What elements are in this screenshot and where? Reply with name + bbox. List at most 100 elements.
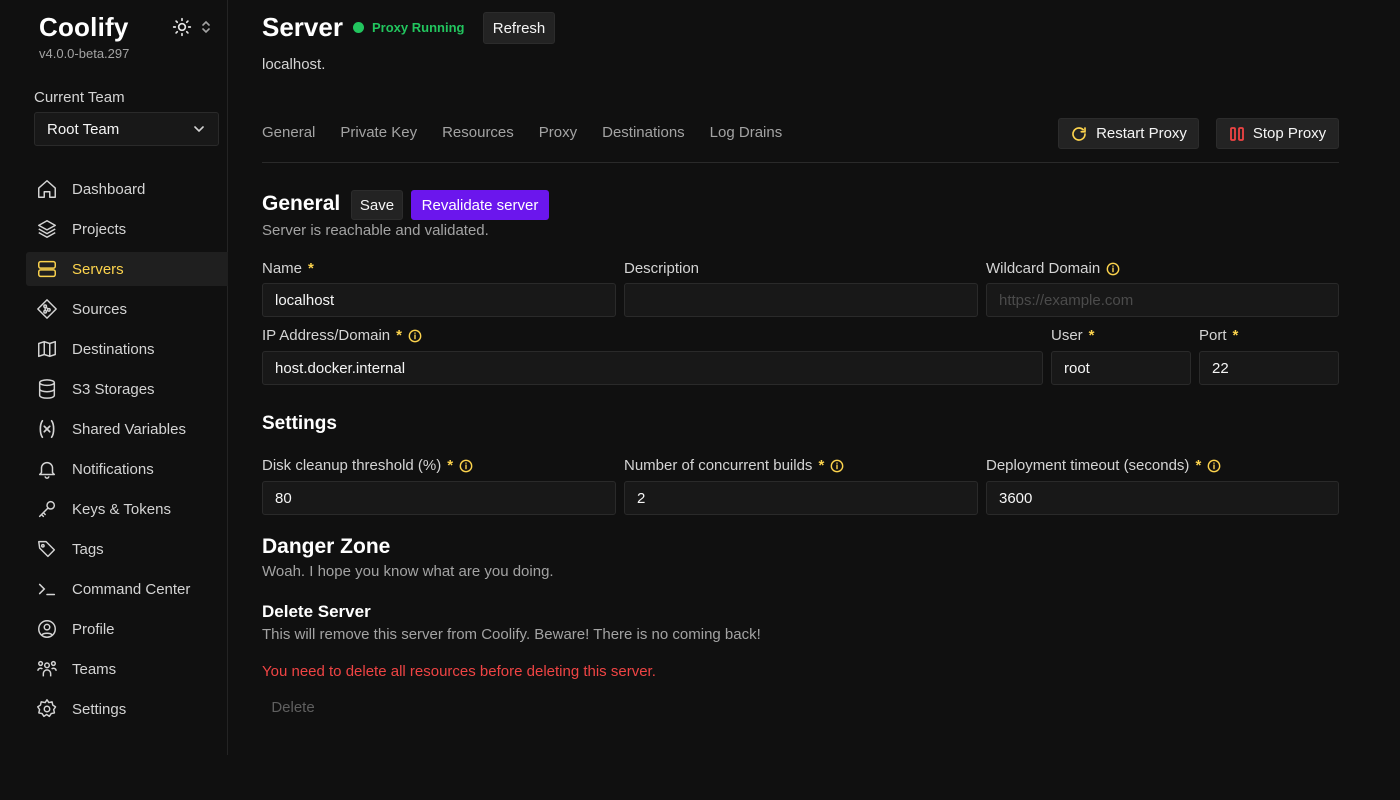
nav-label: Projects — [72, 220, 127, 238]
name-input[interactable] — [262, 283, 616, 317]
description-label-text: Description — [624, 260, 700, 277]
user-label-text: User — [1051, 327, 1083, 344]
disk-threshold-label: Disk cleanup threshold (%) * — [262, 457, 473, 474]
refresh-button[interactable]: Refresh — [483, 12, 555, 44]
chevron-updown-icon — [202, 20, 210, 34]
nav-label: S3 Storages — [72, 380, 155, 398]
info-icon[interactable] — [408, 329, 422, 343]
deployment-timeout-input[interactable] — [986, 481, 1339, 515]
variable-icon — [39, 419, 55, 439]
app-logo[interactable]: Coolify — [39, 12, 129, 43]
theme-toggle[interactable] — [172, 16, 216, 38]
delete-warning: You need to delete all resources before … — [262, 663, 656, 680]
wildcard-domain-label: Wildcard Domain — [986, 260, 1120, 277]
refresh-icon — [1072, 126, 1086, 141]
stop-proxy-button[interactable]: Stop Proxy — [1216, 118, 1339, 149]
nav-item-dashboard[interactable]: Dashboard — [26, 172, 228, 206]
port-label: Port * — [1199, 327, 1238, 344]
layers-icon — [38, 220, 56, 238]
port-input[interactable] — [1199, 351, 1339, 385]
nav-item-sources[interactable]: Sources — [26, 292, 228, 326]
sidebar: Coolify v4.0.0-beta.297 Current Team Roo… — [0, 0, 228, 755]
restart-proxy-button[interactable]: Restart Proxy — [1058, 118, 1199, 149]
stop-proxy-label: Stop Proxy — [1252, 125, 1327, 142]
bell-icon — [38, 461, 56, 479]
users-icon — [37, 660, 57, 677]
nav-item-keys-tokens[interactable]: Keys & Tokens — [26, 492, 228, 526]
database-icon — [38, 379, 56, 399]
tab-destinations[interactable]: Destinations — [602, 124, 685, 141]
nav-label: Sources — [72, 300, 128, 318]
description-label: Description — [624, 260, 699, 277]
nav-label: Notifications — [72, 460, 154, 478]
proxy-status-badge: Proxy Running — [353, 20, 464, 35]
home-icon — [38, 180, 56, 198]
name-label: Name * — [262, 260, 314, 277]
nav-item-tags[interactable]: Tags — [26, 532, 228, 566]
team-select[interactable]: Root Team — [34, 112, 219, 146]
nav-item-profile[interactable]: Profile — [26, 612, 228, 646]
nav-label: Dashboard — [72, 180, 146, 198]
save-button[interactable]: Save — [351, 190, 403, 220]
nav-item-projects[interactable]: Projects — [26, 212, 228, 246]
tab-general[interactable]: General — [262, 124, 315, 141]
chevron-down-icon — [194, 126, 204, 133]
team-select-value: Root Team — [47, 120, 120, 138]
nav-item-destinations[interactable]: Destinations — [26, 332, 228, 366]
nav-item-servers[interactable]: Servers — [26, 252, 228, 286]
required-marker: * — [1195, 457, 1202, 474]
nav-label: Settings — [72, 700, 127, 718]
concurrent-builds-label: Number of concurrent builds * — [624, 457, 844, 474]
nav-item-teams[interactable]: Teams — [26, 652, 228, 686]
revalidate-server-button[interactable]: Revalidate server — [411, 190, 549, 220]
validation-status: Server is reachable and validated. — [262, 222, 489, 239]
nav-item-settings[interactable]: Settings — [26, 692, 228, 726]
port-label-text: Port — [1199, 327, 1227, 344]
disk-threshold-label-text: Disk cleanup threshold (%) — [262, 457, 442, 474]
wildcard-domain-label-text: Wildcard Domain — [986, 260, 1101, 277]
map-icon — [38, 340, 56, 358]
tab-resources[interactable]: Resources — [442, 124, 514, 141]
sun-icon — [172, 17, 192, 37]
nav-item-notifications[interactable]: Notifications — [26, 452, 228, 486]
danger-zone-title: Danger Zone — [262, 535, 391, 558]
required-marker: * — [818, 457, 825, 474]
info-icon[interactable] — [830, 459, 844, 473]
nav-item-command-center[interactable]: Command Center — [26, 572, 228, 606]
info-icon[interactable] — [459, 459, 473, 473]
ip-address-input[interactable] — [262, 351, 1043, 385]
nav-item-s3-storages[interactable]: S3 Storages — [26, 372, 228, 406]
name-label-text: Name — [262, 260, 303, 277]
disk-threshold-input[interactable] — [262, 481, 616, 515]
delete-server-description: This will remove this server from Coolif… — [262, 626, 761, 643]
tab-private-key[interactable]: Private Key — [340, 124, 417, 141]
info-icon[interactable] — [1207, 459, 1221, 473]
concurrent-builds-input[interactable] — [624, 481, 978, 515]
ip-address-label-text: IP Address/Domain — [262, 327, 391, 344]
user-label: User * — [1051, 327, 1095, 344]
current-team-label: Current Team — [34, 89, 125, 106]
required-marker: * — [308, 260, 314, 277]
wildcard-domain-input[interactable] — [986, 283, 1339, 317]
deployment-timeout-label: Deployment timeout (seconds) * — [986, 457, 1221, 474]
terminal-icon — [38, 583, 56, 596]
required-marker: * — [1232, 327, 1239, 344]
info-icon[interactable] — [1106, 262, 1120, 276]
nav-label: Profile — [72, 620, 115, 638]
user-input[interactable] — [1051, 351, 1191, 385]
main-nav: Dashboard Projects Servers Sources Desti… — [26, 172, 228, 732]
nav-label: Tags — [72, 540, 104, 558]
required-marker: * — [447, 457, 454, 474]
user-icon — [38, 620, 56, 638]
nav-label: Teams — [72, 660, 117, 678]
delete-server-button[interactable]: Delete — [262, 696, 324, 718]
deployment-timeout-label-text: Deployment timeout (seconds) — [986, 457, 1190, 474]
nav-label: Command Center — [72, 580, 191, 598]
concurrent-builds-label-text: Number of concurrent builds — [624, 457, 813, 474]
tab-proxy[interactable]: Proxy — [539, 124, 577, 141]
delete-server-title: Delete Server — [262, 602, 371, 621]
nav-item-shared-variables[interactable]: Shared Variables — [26, 412, 228, 446]
restart-proxy-label: Restart Proxy — [1096, 125, 1187, 142]
tab-log-drains[interactable]: Log Drains — [710, 124, 783, 141]
description-input[interactable] — [624, 283, 978, 317]
